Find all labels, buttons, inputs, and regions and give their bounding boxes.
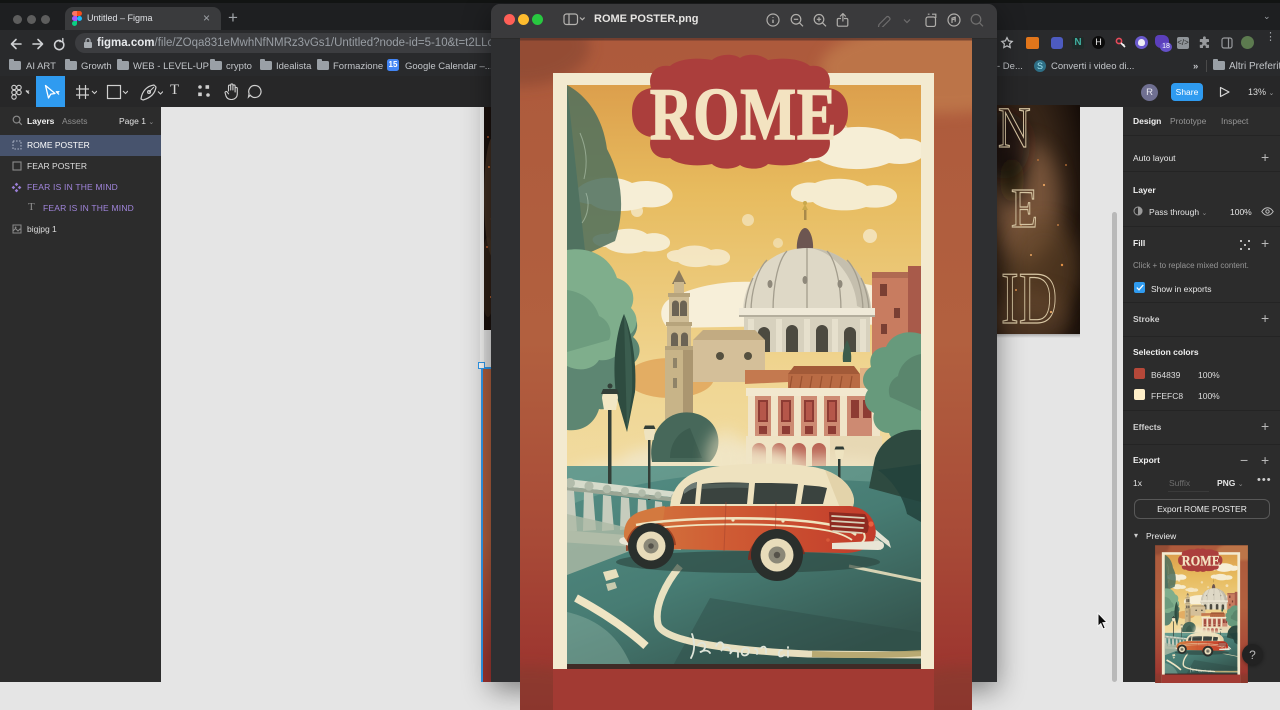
svg-text:N: N <box>998 105 1031 160</box>
svg-text:E: E <box>1011 177 1038 239</box>
svg-text:ID: ID <box>1001 258 1057 334</box>
